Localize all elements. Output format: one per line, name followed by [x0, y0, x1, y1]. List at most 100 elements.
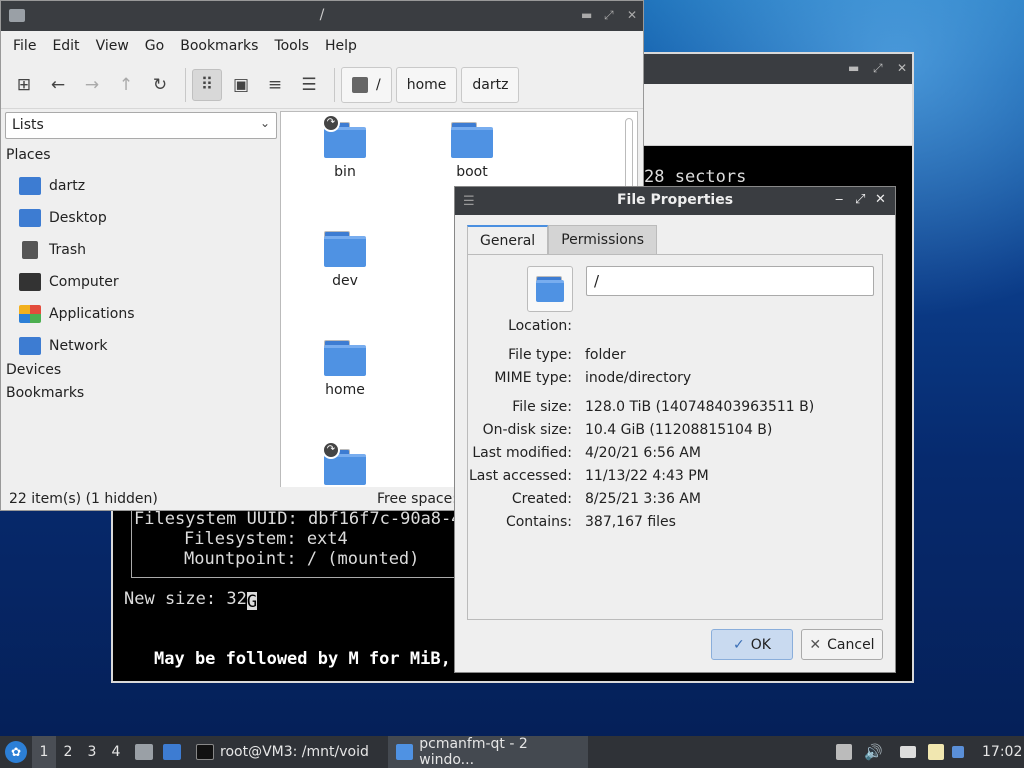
side-pane-mode-value: Lists [12, 117, 44, 133]
quicklaunch-desktop[interactable] [163, 736, 187, 768]
prop-key: Created: [511, 491, 572, 507]
ok-button-label: OK [750, 636, 771, 653]
tray-notifications[interactable] [952, 736, 964, 768]
desktop-switch-3[interactable]: 3 [80, 736, 104, 768]
task-terminal[interactable]: root@VM3: /mnt/void [188, 736, 384, 768]
up-arrow-icon[interactable]: ↑ [111, 69, 141, 101]
file-manager-titlebar[interactable]: / ▬ ⤢ ✕ [1, 1, 643, 31]
minimize-icon[interactable]: ▬ [581, 8, 592, 22]
prop-row-on-disk-size: On-disk size: 10.4 GiB (11208815104 B) [468, 422, 884, 442]
start-menu-button[interactable]: ✿ [5, 736, 27, 768]
file-item-home[interactable]: home [300, 340, 390, 398]
change-icon-button[interactable] [527, 266, 573, 312]
compact-view-icon[interactable]: ≡ [260, 69, 290, 101]
file-name-field[interactable]: / [586, 266, 874, 296]
window-title: / [319, 7, 325, 23]
terminal-icon [196, 744, 214, 760]
drive-icon [352, 76, 368, 93]
maximize-icon[interactable]: ⤢ [873, 61, 883, 76]
forward-arrow-icon[interactable]: → [77, 69, 107, 101]
path-root-button[interactable]: / [341, 66, 392, 103]
file-item-bin[interactable]: ↷ bin [300, 114, 390, 180]
file-properties-dialog[interactable]: ☰ File Properties ‒ ⤢ ✕ General Permissi… [454, 186, 896, 673]
places-header[interactable]: Places [5, 147, 277, 170]
sidebar-item-label: Desktop [49, 210, 107, 226]
file-item-link[interactable]: ↷ [300, 441, 390, 487]
task-file-manager[interactable]: pcmanfm-qt - 2 windo... [388, 736, 588, 768]
quicklaunch-files[interactable] [135, 736, 159, 768]
prop-key: File size: [512, 399, 572, 415]
path-crumb-dartz[interactable]: dartz [461, 66, 520, 103]
clock[interactable]: 17:02 [982, 736, 1022, 768]
tab-general[interactable]: General [467, 225, 549, 255]
close-icon[interactable]: ✕ [875, 192, 886, 207]
file-manager-icon [135, 744, 153, 760]
devices-header[interactable]: Devices [5, 362, 277, 385]
path-crumb-home[interactable]: home [395, 66, 458, 103]
sidebar-item-label: Applications [49, 306, 135, 322]
sidebar-item-trash[interactable]: Trash [5, 234, 277, 266]
prop-row-mime-type: MIME type: inode/directory [468, 370, 884, 390]
sidebar-item-desktop[interactable]: Desktop [5, 202, 277, 234]
tray-updates[interactable] [836, 736, 852, 768]
reload-icon[interactable]: ↻ [145, 69, 175, 101]
sidebar-item-computer[interactable]: Computer [5, 266, 277, 298]
menu-file[interactable]: File [5, 38, 44, 54]
file-item-boot[interactable]: boot [427, 122, 517, 180]
cancel-button[interactable]: ✕ Cancel [801, 629, 883, 660]
clipboard-icon [928, 744, 944, 760]
sidebar: Places dartz Desktop Trash Computer Appl… [5, 147, 277, 408]
tray-network[interactable] [900, 736, 916, 768]
app-menu-icon: ✿ [5, 741, 27, 763]
menu-go[interactable]: Go [137, 38, 172, 54]
icon-view-icon[interactable]: ⠿ [192, 68, 222, 101]
terminal-uuid-line: Filesystem UUID: dbf16f7c-90a8-4 [134, 509, 462, 529]
desktop-switch-4[interactable]: 4 [104, 736, 128, 768]
tab-permissions[interactable]: Permissions [548, 225, 657, 255]
terminal-prompt[interactable]: New size: 32G [124, 589, 257, 612]
prop-value: 11/13/22 4:43 PM [585, 468, 709, 484]
applications-icon [19, 305, 41, 323]
bookmarks-header[interactable]: Bookmarks [5, 385, 277, 408]
file-item-dev[interactable]: dev [300, 231, 390, 289]
prop-key: Last modified: [472, 445, 572, 461]
minimize-icon[interactable]: ▬ [848, 61, 859, 75]
tray-volume[interactable]: 🔊 [864, 736, 883, 768]
cancel-button-label: Cancel [827, 636, 875, 653]
menu-tools[interactable]: Tools [266, 38, 317, 54]
tray-clipboard[interactable] [928, 736, 944, 768]
toolbar-separator [334, 67, 335, 102]
back-arrow-icon[interactable]: ← [43, 69, 73, 101]
menu-bookmarks[interactable]: Bookmarks [172, 38, 266, 54]
folder-icon [396, 744, 414, 760]
sidebar-item-dartz[interactable]: dartz [5, 170, 277, 202]
terminal-titlebar[interactable]: ▬ ⤢ ✕ [643, 54, 912, 84]
menu-help[interactable]: Help [317, 38, 365, 54]
status-free-space: Free space: [377, 490, 457, 507]
ok-button[interactable]: ✓ OK [711, 629, 793, 660]
symlink-badge-icon: ↷ [322, 441, 340, 459]
menu-edit[interactable]: Edit [44, 38, 87, 54]
close-icon[interactable]: ✕ [627, 8, 637, 22]
desktop-switch-2[interactable]: 2 [56, 736, 80, 768]
minimize-icon[interactable]: ‒ [835, 192, 843, 207]
close-icon[interactable]: ✕ [897, 61, 907, 75]
dialog-titlebar[interactable]: ☰ File Properties ‒ ⤢ ✕ [455, 187, 895, 215]
task-label: pcmanfm-qt - 2 windo... [419, 736, 528, 768]
notification-icon [952, 746, 964, 758]
network-icon [19, 337, 41, 355]
prop-row-created: Created: 8/25/21 3:36 AM [468, 491, 884, 511]
sidebar-item-network[interactable]: Network [5, 330, 277, 362]
task-label: root@VM3: /mnt/void [220, 744, 369, 760]
thumbnail-view-icon[interactable]: ▣ [226, 69, 256, 101]
menu-view[interactable]: View [88, 38, 137, 54]
show-desktop-icon [163, 744, 181, 760]
new-tab-icon[interactable]: ⊞ [9, 69, 39, 101]
maximize-icon[interactable]: ⤢ [604, 8, 614, 23]
file-item-label: home [325, 382, 365, 398]
detailed-view-icon[interactable]: ☰ [294, 69, 324, 101]
sidebar-item-applications[interactable]: Applications [5, 298, 277, 330]
side-pane-mode-select[interactable]: Lists ⌄ [5, 112, 277, 139]
desktop-switch-1[interactable]: 1 [32, 736, 56, 768]
maximize-icon[interactable]: ⤢ [855, 192, 865, 207]
